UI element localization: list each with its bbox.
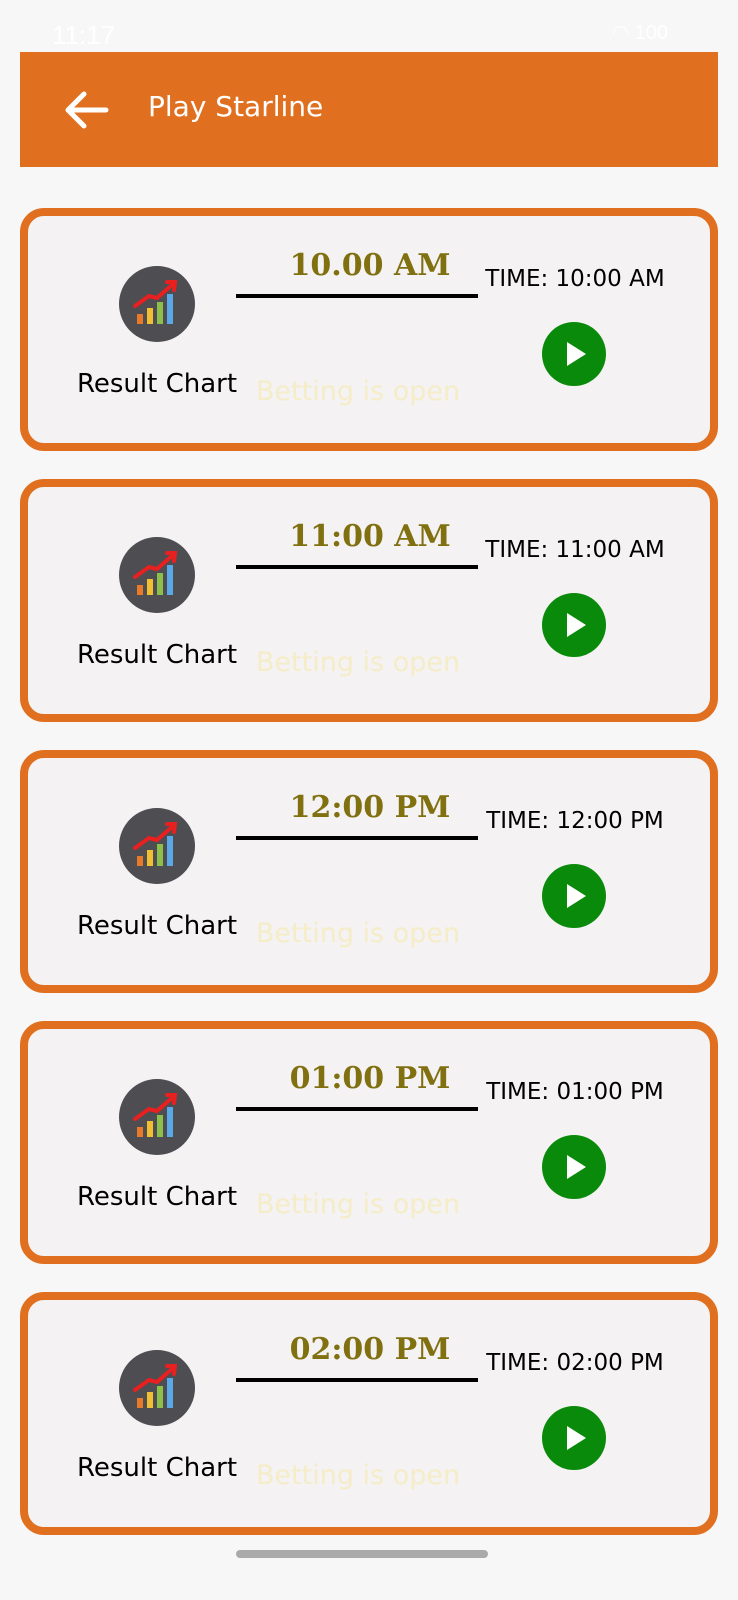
play-icon xyxy=(567,342,586,366)
time-label: TIME: 01:00 PM xyxy=(486,1079,664,1105)
slot-card: Result Chart 12:00 PM Betting is open TI… xyxy=(20,750,718,993)
play-icon xyxy=(567,613,586,637)
play-button[interactable] xyxy=(542,864,606,928)
bar-chart-icon xyxy=(119,808,195,884)
battery-icon: 100 xyxy=(634,22,668,44)
status-time: 11:17 xyxy=(52,20,116,50)
slot-card: Result Chart 10.00 AM Betting is open TI… xyxy=(20,208,718,451)
divider xyxy=(236,1378,478,1382)
result-chart-label: Result Chart xyxy=(76,1453,238,1483)
play-icon xyxy=(567,1426,586,1450)
time-label: TIME: 11:00 AM xyxy=(485,537,665,563)
time-label: TIME: 12:00 PM xyxy=(486,808,664,834)
play-button[interactable] xyxy=(542,322,606,386)
result-chart-label: Result Chart xyxy=(76,640,238,670)
bar-chart-icon xyxy=(119,266,195,342)
bar-chart-icon xyxy=(119,537,195,613)
divider xyxy=(236,836,478,840)
status-bar: 11:17 ◠ 100 xyxy=(0,0,738,50)
slot-card: Result Chart 02:00 PM Betting is open TI… xyxy=(20,1292,718,1535)
slot-time: 01:00 PM xyxy=(289,1061,451,1096)
betting-status: Betting is open xyxy=(255,647,461,678)
gesture-nav-handle[interactable] xyxy=(236,1550,488,1558)
status-icons: ◠ 100 xyxy=(612,20,668,45)
page-title: Play Starline xyxy=(148,90,324,123)
betting-status: Betting is open xyxy=(255,1460,461,1491)
bar-chart-icon xyxy=(119,1079,195,1155)
slot-time: 11:00 AM xyxy=(289,519,451,554)
arrow-left-icon xyxy=(65,91,109,129)
divider xyxy=(236,1107,478,1111)
result-chart-label: Result Chart xyxy=(76,369,238,399)
result-chart-label: Result Chart xyxy=(76,911,238,941)
betting-status: Betting is open xyxy=(255,1189,461,1220)
result-chart-label: Result Chart xyxy=(76,1182,238,1212)
slot-time: 12:00 PM xyxy=(289,790,451,825)
play-button[interactable] xyxy=(542,593,606,657)
slot-time: 02:00 PM xyxy=(289,1332,451,1367)
app-bar: Play Starline xyxy=(20,52,718,167)
play-icon xyxy=(567,884,586,908)
play-button[interactable] xyxy=(542,1406,606,1470)
betting-status: Betting is open xyxy=(255,918,461,949)
result-chart-button[interactable]: Result Chart xyxy=(68,808,238,958)
result-chart-button[interactable]: Result Chart xyxy=(68,1350,238,1500)
bar-chart-icon xyxy=(119,1350,195,1426)
betting-status: Betting is open xyxy=(255,376,461,407)
divider xyxy=(236,565,478,569)
result-chart-button[interactable]: Result Chart xyxy=(68,537,238,687)
result-chart-button[interactable]: Result Chart xyxy=(68,266,238,416)
play-button[interactable] xyxy=(542,1135,606,1199)
slot-card: Result Chart 01:00 PM Betting is open TI… xyxy=(20,1021,718,1264)
time-label: TIME: 02:00 PM xyxy=(486,1350,664,1376)
divider xyxy=(236,294,478,298)
wifi-icon: ◠ xyxy=(611,22,630,44)
time-label: TIME: 10:00 AM xyxy=(485,266,665,292)
slot-card: Result Chart 11:00 AM Betting is open TI… xyxy=(20,479,718,722)
back-button[interactable] xyxy=(58,82,114,138)
result-chart-button[interactable]: Result Chart xyxy=(68,1079,238,1229)
slot-time: 10.00 AM xyxy=(289,248,451,283)
play-icon xyxy=(567,1155,586,1179)
